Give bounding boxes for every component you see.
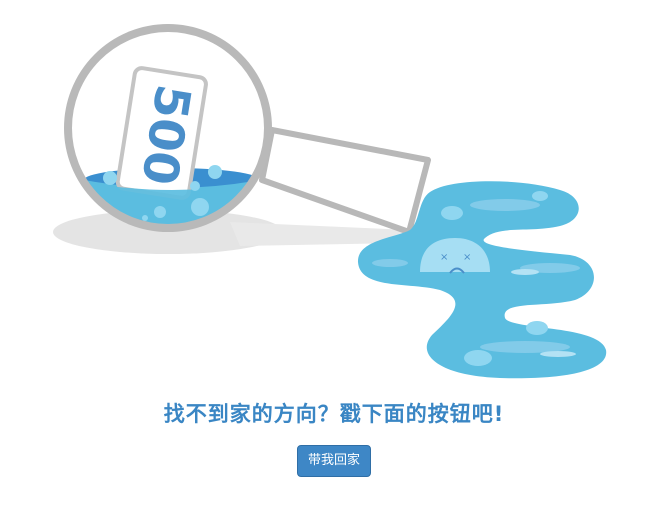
svg-text:×: × [463, 252, 471, 263]
magnifier-lens: 500 [64, 24, 272, 232]
svg-text:×: × [440, 252, 448, 263]
not-found-message: 找不到家的方向？戳下面的按钮吧! [163, 402, 505, 426]
take-me-home-button[interactable]: 带我回家 [297, 445, 371, 477]
magnifier-handle [259, 127, 431, 235]
lost-page-illustration: 500 × × [53, 24, 607, 379]
